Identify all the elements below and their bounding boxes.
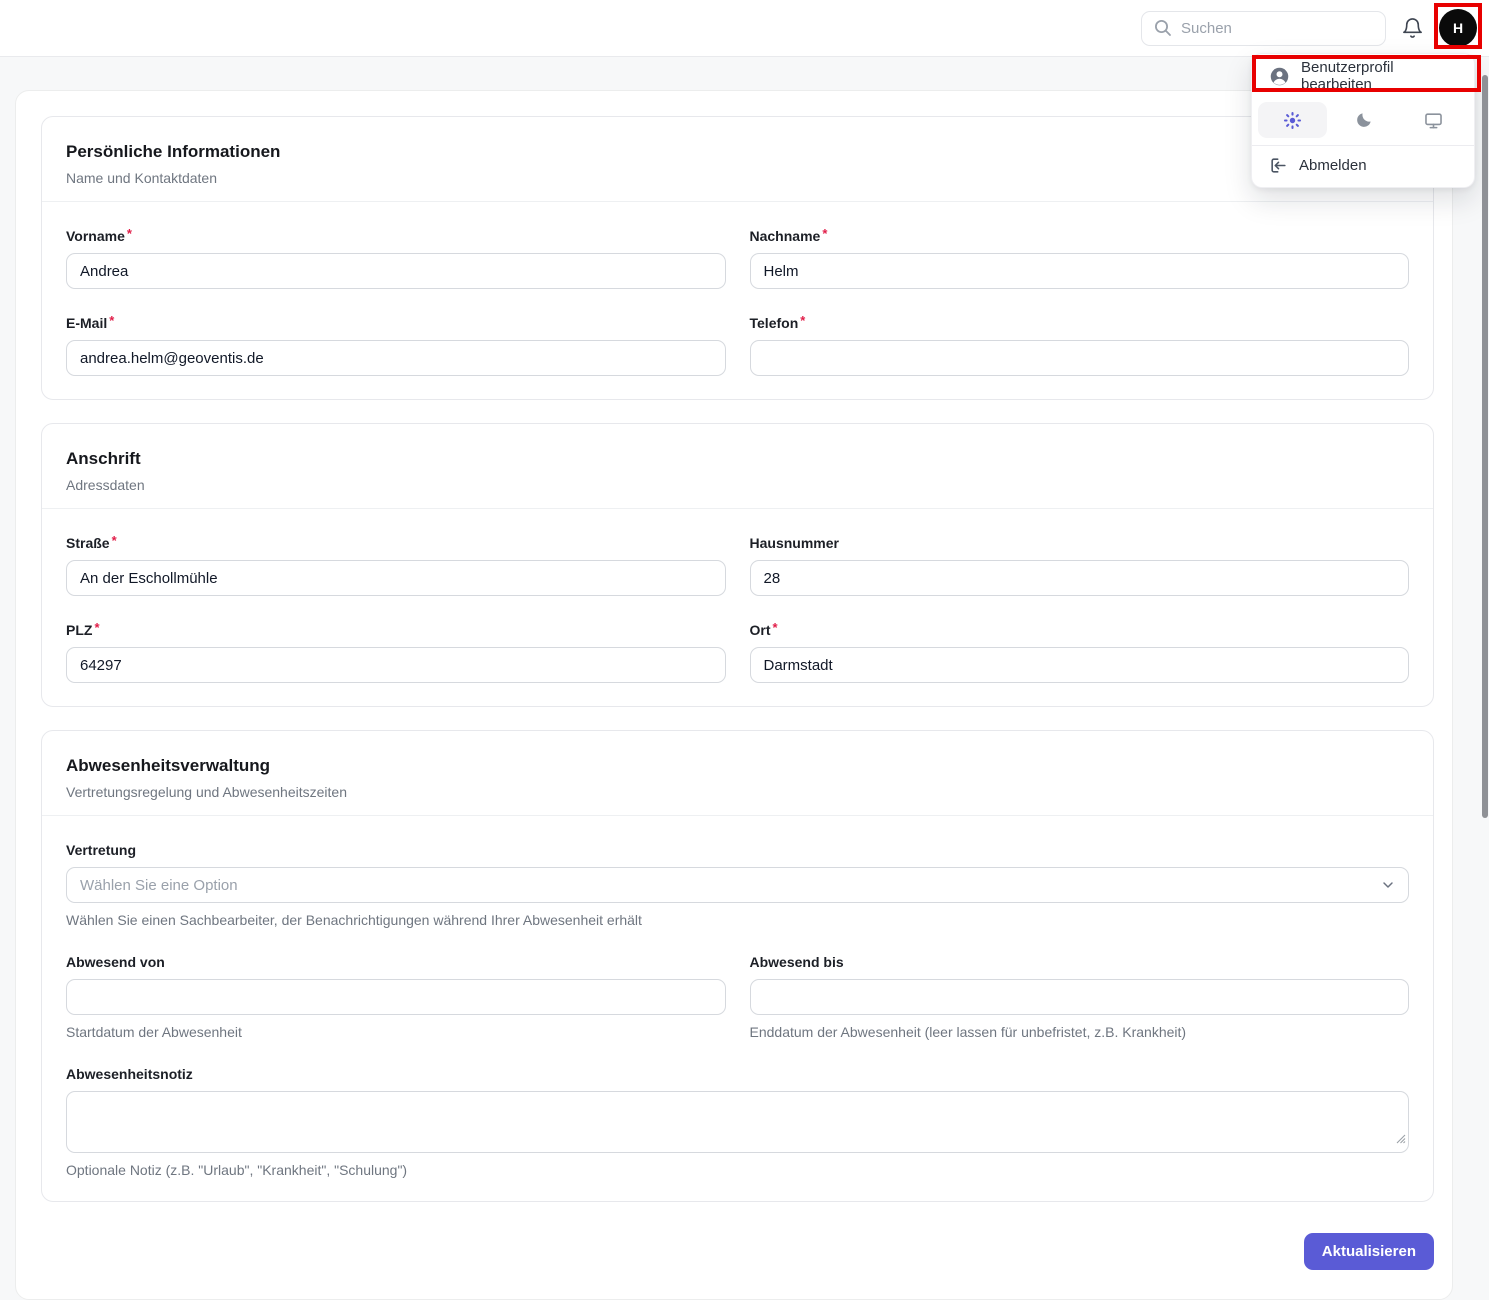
bell-icon — [1401, 17, 1424, 40]
logout-icon — [1269, 156, 1288, 175]
user-circle-icon — [1269, 66, 1290, 87]
section-absence: Abwesenheitsverwaltung Vertretungsregelu… — [41, 730, 1434, 1202]
moon-icon — [1354, 111, 1373, 130]
field-telefon: Telefon * — [749, 313, 1409, 376]
menu-item-edit-profile-label: Benutzerprofil bearbeiten — [1301, 59, 1394, 93]
theme-light-button[interactable] — [1258, 102, 1327, 138]
abwesend-bis-input[interactable] — [749, 979, 1409, 1015]
hausnummer-input[interactable] — [749, 560, 1409, 596]
nachname-label: Nachname — [749, 228, 821, 244]
vertretung-label: Vertretung — [66, 842, 137, 858]
strasse-input[interactable] — [66, 560, 726, 596]
search-input[interactable] — [1181, 19, 1373, 37]
theme-dark-button[interactable] — [1329, 102, 1398, 138]
menu-item-logout[interactable]: Abmelden — [1252, 146, 1474, 184]
top-bar: H — [0, 0, 1489, 57]
hausnummer-label: Hausnummer — [749, 535, 839, 551]
field-vertretung: Vertretung Wählen Sie einen Sachbearbeit… — [66, 842, 1409, 928]
abwesend-von-label: Abwesend von — [66, 954, 165, 970]
field-plz: PLZ * — [66, 620, 726, 683]
strasse-label: Straße — [66, 535, 110, 551]
field-abwesend-von: Abwesend von Startdatum der Abwesenheit — [66, 954, 726, 1040]
field-ort: Ort * — [749, 620, 1409, 683]
telefon-input[interactable] — [749, 340, 1409, 376]
field-nachname: Nachname * — [749, 226, 1409, 289]
search-icon — [1154, 19, 1172, 37]
section-absence-title: Abwesenheitsverwaltung — [66, 756, 271, 775]
vorname-input[interactable] — [66, 253, 726, 289]
field-strasse: Straße * — [66, 533, 726, 596]
section-address: Anschrift Adressdaten Straße* Hausnummer… — [41, 423, 1434, 707]
abwesend-von-help: Startdatum der Abwesenheit — [66, 1024, 242, 1040]
abwesend-von-input[interactable] — [66, 979, 726, 1015]
required-mark: * — [772, 620, 778, 635]
abwesend-bis-label: Abwesend bis — [749, 954, 844, 970]
abwesenheitsnotiz-label: Abwesenheitsnotiz — [66, 1066, 193, 1082]
sun-icon — [1283, 111, 1302, 130]
ort-label: Ort — [749, 622, 771, 638]
required-mark: * — [126, 226, 132, 241]
vertretung-select[interactable] — [66, 867, 1409, 903]
theme-switcher — [1252, 95, 1474, 145]
section-address-title: Anschrift — [66, 449, 141, 468]
field-hausnummer: Hausnummer — [749, 535, 1409, 596]
menu-item-logout-label: Abmelden — [1299, 156, 1367, 174]
menu-item-edit-profile[interactable]: Benutzerprofil bearbeiten — [1252, 57, 1474, 95]
abwesend-bis-help: Enddatum der Abwesenheit (leer lassen fü… — [749, 1024, 1187, 1040]
notifications-button[interactable] — [1401, 17, 1424, 40]
vorname-label: Vorname — [66, 228, 125, 244]
vertical-scrollbar-thumb[interactable] — [1482, 75, 1488, 818]
field-abwesend-bis: Abwesend bis Enddatum der Abwesenheit (l… — [749, 954, 1409, 1040]
plz-label: PLZ — [66, 622, 93, 638]
required-mark: * — [109, 313, 115, 328]
abwesenheitsnotiz-textarea[interactable] — [66, 1091, 1409, 1153]
email-input[interactable] — [66, 340, 726, 376]
resize-handle-icon[interactable] — [1394, 1131, 1406, 1149]
email-label: E-Mail — [66, 315, 108, 331]
user-menu: Benutzerprofil bearbeiten Abmelden — [1251, 53, 1475, 188]
required-mark: * — [94, 620, 100, 635]
search-box[interactable] — [1141, 10, 1386, 46]
required-mark: * — [822, 226, 828, 241]
avatar[interactable]: H — [1439, 9, 1477, 47]
vertretung-help: Wählen Sie einen Sachbearbeiter, der Ben… — [66, 912, 642, 928]
nachname-input[interactable] — [749, 253, 1409, 289]
telefon-label: Telefon — [749, 315, 799, 331]
ort-input[interactable] — [749, 647, 1409, 683]
section-absence-subtitle: Vertretungsregelung und Abwesenheitszeit… — [66, 784, 347, 800]
section-personal: Persönliche Informationen Name und Konta… — [41, 116, 1434, 400]
field-email: E-Mail * — [66, 313, 726, 376]
profile-page-card: Persönliche Informationen Name und Konta… — [15, 90, 1453, 1300]
theme-system-button[interactable] — [1399, 102, 1468, 138]
abwesenheitsnotiz-help: Optionale Notiz (z.B. "Urlaub", "Krankhe… — [66, 1162, 408, 1178]
section-personal-title: Persönliche Informationen — [66, 142, 281, 161]
field-vorname: Vorname * — [66, 226, 726, 289]
plz-input[interactable] — [66, 647, 726, 683]
update-button[interactable]: Aktualisieren — [1303, 1233, 1434, 1270]
monitor-icon — [1424, 111, 1443, 130]
section-address-subtitle: Adressdaten — [66, 477, 145, 493]
section-personal-subtitle: Name und Kontaktdaten — [66, 170, 217, 186]
required-mark: * — [111, 533, 117, 548]
field-abwesenheitsnotiz: Abwesenheitsnotiz Optionale Notiz (z.B. … — [66, 1066, 1409, 1178]
required-mark: * — [800, 313, 806, 328]
